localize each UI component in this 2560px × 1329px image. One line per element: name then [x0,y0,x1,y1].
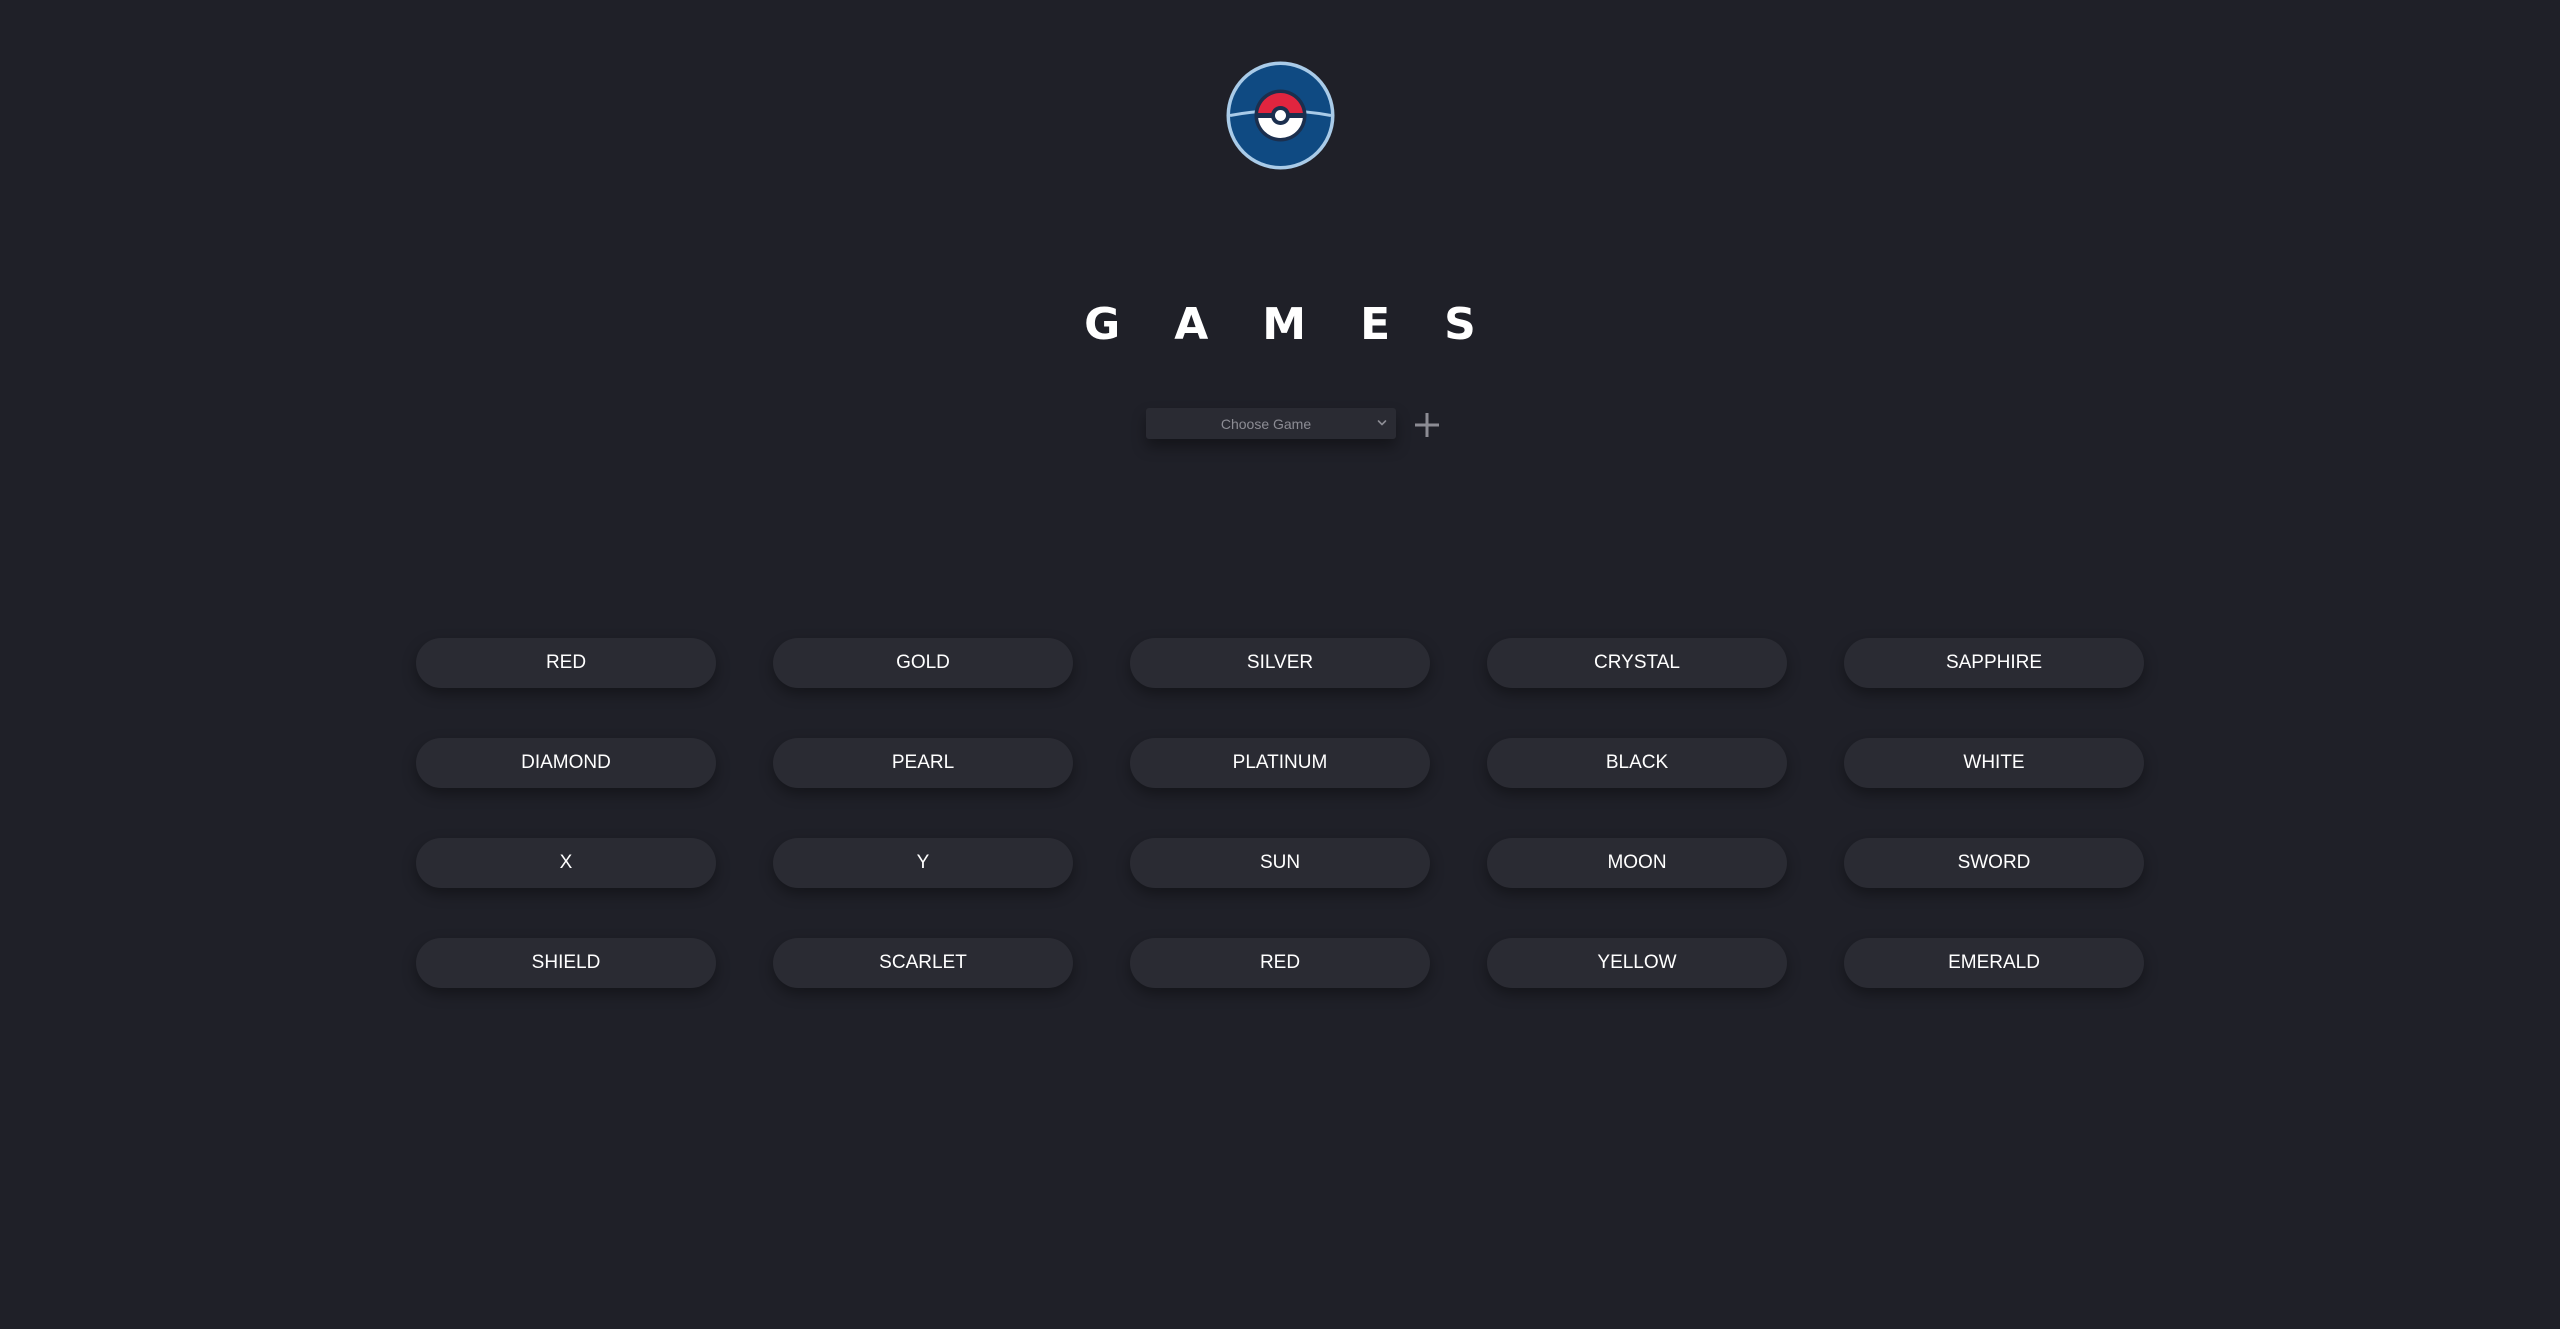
choose-game-placeholder: Choose Game [1220,415,1312,432]
game-button[interactable]: PLATINUM [1130,738,1430,788]
game-button[interactable]: YELLOW [1487,938,1787,988]
game-button[interactable]: X [416,838,716,888]
choose-game-select[interactable]: Choose Game [1146,408,1396,439]
game-button[interactable]: BLACK [1487,738,1787,788]
game-button[interactable]: MOON [1487,838,1787,888]
game-button[interactable]: SAPPHIRE [1844,638,2144,688]
game-button[interactable]: WHITE [1844,738,2144,788]
page-title: GAMES [1084,299,1530,350]
game-button[interactable]: CRYSTAL [1487,638,1787,688]
game-button[interactable]: SILVER [1130,638,1430,688]
game-button[interactable]: SWORD [1844,838,2144,888]
game-button[interactable]: SHIELD [416,938,716,988]
game-button[interactable]: RED [416,638,716,688]
plus-icon [1415,413,1439,437]
add-game-button[interactable] [1412,410,1442,440]
game-button[interactable]: SUN [1130,838,1430,888]
games-grid: RED GOLD SILVER CRYSTAL SAPPHIRE DIAMOND… [416,638,2145,988]
game-button[interactable]: RED [1130,938,1430,988]
game-button[interactable]: DIAMOND [416,738,716,788]
game-button[interactable]: Y [773,838,1073,888]
game-button[interactable]: GOLD [773,638,1073,688]
game-button[interactable]: SCARLET [773,938,1073,988]
pokeball-icon [1226,61,1335,170]
game-button[interactable]: PEARL [773,738,1073,788]
game-button[interactable]: EMERALD [1844,938,2144,988]
logo [1224,59,1337,172]
chevron-down-icon [1377,420,1387,426]
